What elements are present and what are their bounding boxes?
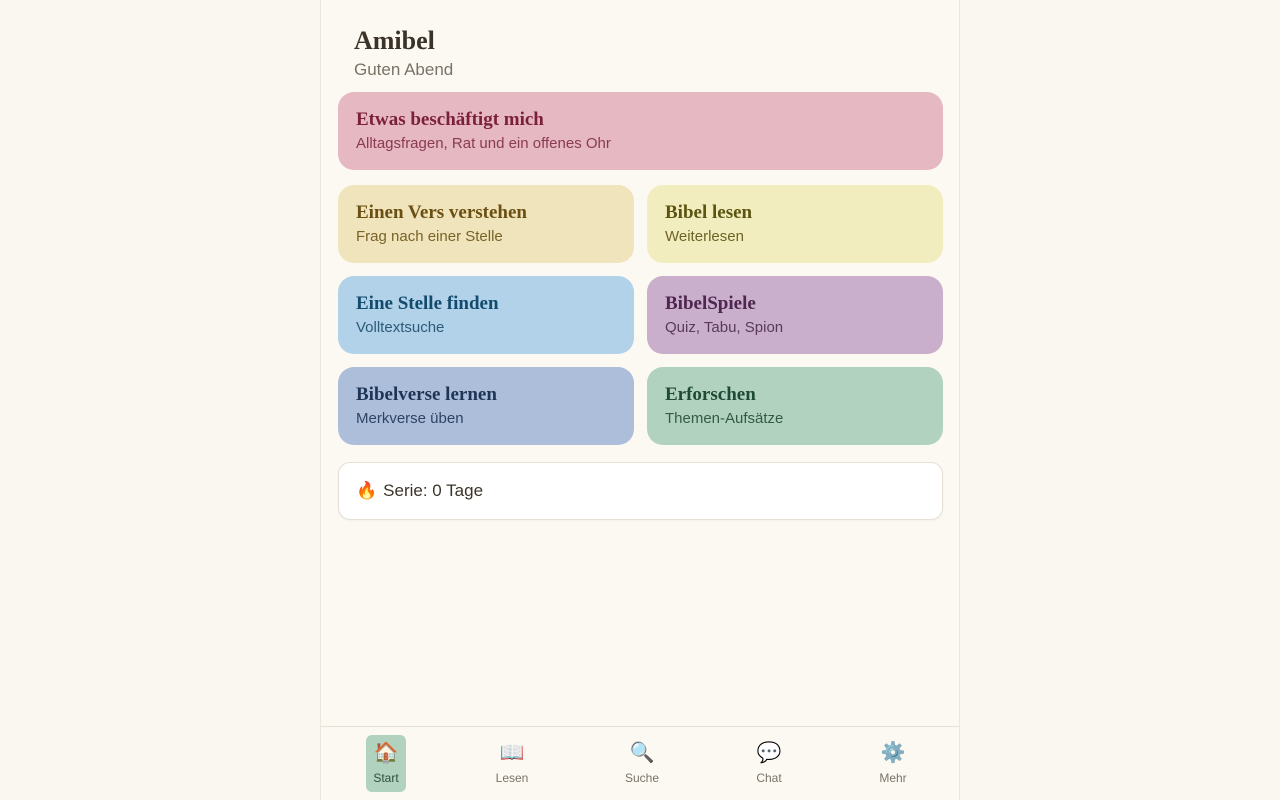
nav-label: Mehr [879,771,907,785]
card-subtitle: Quiz, Tabu, Spion [665,319,784,336]
chat-icon: 💬 [756,742,782,764]
greeting: Guten Abend [354,60,454,79]
card-subtitle: Frag nach einer Stelle [356,228,503,245]
home-icon: 🏠 [373,742,399,764]
streak-banner: 🔥 Serie: 0 Tage [338,462,943,520]
gear-icon: ⚙️ [880,742,906,764]
card-title: Eine Stelle finden [356,293,499,314]
card-title: Erforschen [665,384,756,405]
nav-item-lesen[interactable]: 📖 Lesen [482,735,542,792]
card-something-bothers-me[interactable]: Etwas beschäftigt mich Alltagsfragen, Ra… [338,92,943,170]
nav-label: Start [373,771,399,785]
nav-item-start[interactable]: 🏠 Start [366,735,406,792]
header: Amibel Guten Abend [354,26,453,80]
card-explore[interactable]: Erforschen Themen-Aufsätze [647,367,943,445]
card-read-bible[interactable]: Bibel lesen Weiterlesen [647,185,943,263]
bottom-nav: 🏠 Start 📖 Lesen 🔍 Suche 💬 Chat ⚙️ Mehr [321,726,959,800]
card-subtitle: Weiterlesen [665,228,744,245]
nav-item-suche[interactable]: 🔍 Suche [612,735,672,792]
nav-label: Lesen [495,771,529,785]
card-find-passage[interactable]: Eine Stelle finden Volltextsuche [338,276,634,354]
card-title: Bibel lesen [665,202,753,223]
search-icon: 🔍 [629,742,655,764]
app-screen: Amibel Guten Abend Etwas beschäftigt mic… [320,0,960,800]
card-title: Bibelverse lernen [356,384,497,405]
card-subtitle: Merkverse üben [356,410,464,427]
card-learn-verses[interactable]: Bibelverse lernen Merkverse üben [338,367,634,445]
card-bible-games[interactable]: BibelSpiele Quiz, Tabu, Spion [647,276,943,354]
nav-label: Chat [756,771,782,785]
card-understand-verse[interactable]: Einen Vers verstehen Frag nach einer Ste… [338,185,634,263]
nav-item-chat[interactable]: 💬 Chat [739,735,799,792]
streak-text: Serie: 0 Tage [383,481,484,500]
card-subtitle: Alltagsfragen, Rat und ein offenes Ohr [356,135,611,152]
nav-label: Suche [624,771,660,785]
flame-icon: 🔥 [356,481,378,500]
card-subtitle: Themen-Aufsätze [665,410,784,427]
card-title: Einen Vers verstehen [356,202,527,223]
app-title: Amibel [354,26,435,55]
card-title: Etwas beschäftigt mich [356,109,544,130]
card-title: BibelSpiele [665,293,756,314]
book-icon: 📖 [499,742,525,764]
card-subtitle: Volltextsuche [356,319,445,336]
nav-item-mehr[interactable]: ⚙️ Mehr [863,735,923,792]
